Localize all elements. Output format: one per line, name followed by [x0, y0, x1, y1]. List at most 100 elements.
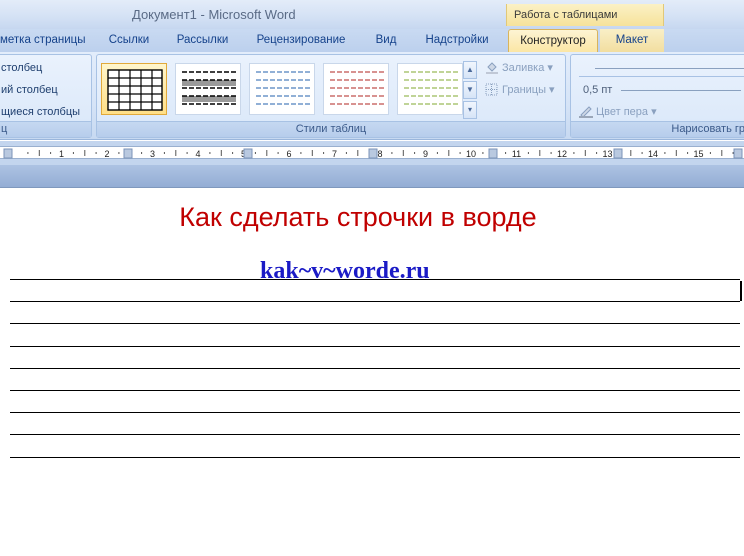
table-styles-group: ▲ ▼ ▾ Заливка ▾ Границы ▾ Стили таблиц — [96, 54, 566, 138]
table-style-green[interactable] — [397, 63, 463, 115]
option-banded-columns[interactable]: щиеся столбцы — [0, 103, 80, 121]
ruler-tick — [300, 152, 302, 154]
ruled-line — [10, 390, 740, 391]
ruler-column-marker[interactable] — [368, 148, 378, 159]
table-style-shaded[interactable] — [175, 63, 241, 115]
ruler-tick — [72, 152, 74, 154]
line-style-dropdown[interactable] — [579, 61, 744, 77]
ruler-tick — [402, 150, 404, 156]
ribbon: столбец ий столбец щиеся столбцы ц ▲ ▼ ▾… — [0, 52, 744, 140]
pen-color-label: Цвет пера — [596, 106, 649, 118]
ruler-tick — [186, 152, 188, 154]
tab-view[interactable]: Вид — [366, 29, 406, 52]
ruler-tick — [584, 150, 586, 156]
ruler-tick — [220, 150, 222, 156]
borders-label: Границы — [502, 84, 546, 96]
ruled-line — [10, 323, 740, 325]
paint-bucket-icon — [485, 61, 499, 74]
ruled-line — [10, 367, 740, 369]
ruler-tick — [641, 152, 643, 154]
ruler-tick — [38, 150, 40, 156]
ruler-tick — [391, 152, 393, 154]
table-style-blue[interactable] — [249, 63, 315, 115]
ruler-number: 12 — [557, 149, 567, 159]
ruler-number: 8 — [377, 149, 382, 159]
tab-review[interactable]: Рецензирование — [248, 29, 354, 52]
table-green-icon — [404, 71, 458, 105]
ruled-line — [10, 456, 740, 458]
ruler-column-marker[interactable] — [3, 148, 13, 159]
tab-page-layout[interactable]: метка страницы — [0, 29, 92, 52]
ruler-number: 9 — [423, 149, 428, 159]
ruler-tick — [482, 152, 484, 154]
ruler-number: 14 — [648, 149, 658, 159]
gallery-scroll-down-button[interactable]: ▼ — [463, 81, 477, 99]
tab-addins[interactable]: Надстройки — [418, 29, 496, 52]
ruler-tick — [539, 150, 541, 156]
ruler-tick — [687, 152, 689, 154]
tab-references[interactable]: Ссылки — [100, 29, 158, 52]
pen-color-button[interactable]: Цвет пера ▾ — [579, 103, 657, 121]
text-cursor — [740, 281, 742, 301]
context-tab-group-label: Работа с таблицами — [506, 4, 664, 26]
option-last-column[interactable]: ий столбец — [0, 81, 58, 99]
ruler-tick — [596, 152, 598, 154]
document-page[interactable]: Как сделать строчки в ворде kak~v~worde.… — [0, 187, 744, 556]
ruled-line — [10, 412, 740, 414]
table-style-grid[interactable] — [101, 63, 167, 115]
pen-weight-preview — [621, 90, 741, 91]
group-label-draw-borders: Нарисовать гр — [571, 121, 744, 137]
table-style-red[interactable] — [323, 63, 389, 115]
ruler-tick — [84, 150, 86, 156]
ruler-tick — [266, 150, 268, 156]
ruled-line — [10, 301, 740, 303]
table-blue-icon — [256, 71, 310, 105]
gallery-more-button[interactable]: ▾ — [463, 101, 477, 119]
ruler-tick — [95, 152, 97, 154]
ruler-tick — [527, 152, 529, 154]
ruler-column-marker[interactable] — [733, 148, 743, 159]
gallery-scroll-up-button[interactable]: ▲ — [463, 61, 477, 79]
ruler-number: 15 — [693, 149, 703, 159]
table-shaded-icon — [182, 71, 236, 105]
shading-label: Заливка — [502, 62, 545, 74]
tab-layout[interactable]: Макет — [600, 29, 664, 52]
option-first-column[interactable]: столбец — [0, 59, 42, 77]
ruler-tick — [630, 150, 632, 156]
ruler-tick — [675, 150, 677, 156]
group-label-options: ц — [0, 121, 91, 137]
document-heading: Как сделать строчки в ворде — [179, 202, 537, 232]
ruler-tick — [232, 152, 234, 154]
ruler-column-marker[interactable] — [243, 148, 253, 159]
ruled-line — [10, 434, 740, 436]
horizontal-ruler[interactable]: 123456789101112131415 — [0, 146, 744, 159]
ruler-number: 4 — [195, 149, 200, 159]
ruler-column-marker[interactable] — [613, 148, 623, 159]
ruled-line — [10, 279, 740, 280]
ruler-tick — [27, 152, 29, 154]
ruler-ticks: 123456789101112131415 — [3, 148, 743, 159]
pen-weight-dropdown[interactable]: 0,5 пт — [583, 81, 612, 99]
borders-icon — [485, 83, 499, 96]
ruler-column-marker[interactable] — [488, 148, 498, 159]
draw-borders-group: 0,5 пт Цвет пера ▾ Нарисовать гр — [570, 54, 744, 138]
borders-button[interactable]: Границы ▾ — [485, 81, 555, 99]
ruler-tick — [209, 152, 211, 154]
shading-button[interactable]: Заливка ▾ — [485, 59, 553, 77]
ruler-number: 10 — [466, 149, 476, 159]
window-title: Документ1 - Microsoft Word — [132, 7, 296, 22]
group-label-table-styles: Стили таблиц — [97, 121, 565, 137]
ruler-shadow-band — [0, 165, 744, 187]
tab-design[interactable]: Конструктор — [508, 29, 598, 52]
ruled-line — [10, 345, 740, 347]
ruler-tick — [141, 152, 143, 154]
ruler-tick — [436, 152, 438, 154]
ruler-tick — [254, 152, 256, 154]
ruler-column-marker[interactable] — [123, 148, 133, 159]
tab-mailings[interactable]: Рассылки — [170, 29, 235, 52]
ruler-tick — [550, 152, 552, 154]
ruler-number: 6 — [286, 149, 291, 159]
ruler-number: 3 — [150, 149, 155, 159]
table-grid-icon — [107, 69, 163, 111]
ruler-tick — [505, 152, 507, 154]
